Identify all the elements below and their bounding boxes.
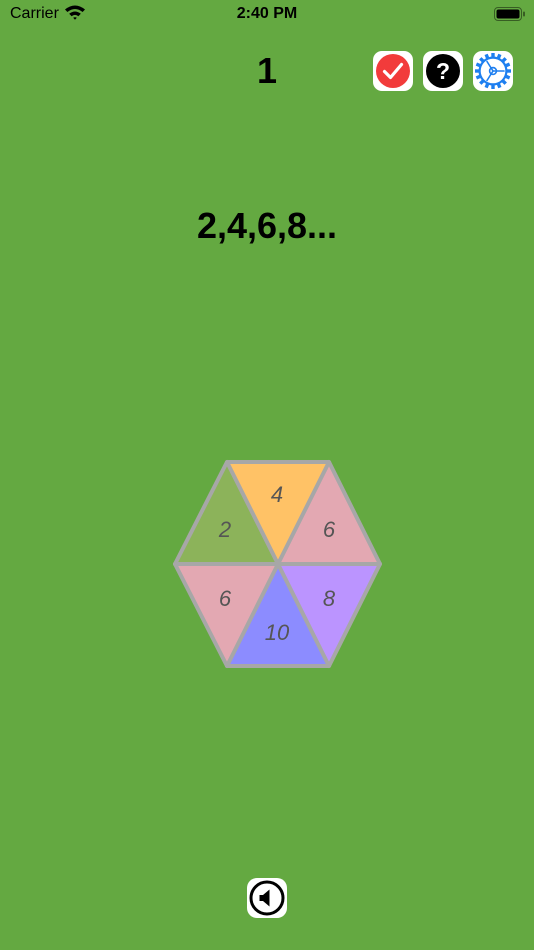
help-button[interactable]: ? [423,51,463,91]
triangle-tile-label: 4 [271,482,283,507]
sequence-prompt: 2,4,6,8... [196,205,338,246]
status-bar: Carrier 2:40 PM [0,0,534,28]
checkmark-icon [376,54,410,88]
triangle-tile-label: 10 [265,620,290,645]
svg-text:?: ? [436,58,450,84]
battery-icon [494,7,525,21]
clock: 2:40 PM [236,5,298,22]
triangle-tile-label: 6 [323,517,336,542]
hexagon-puzzle: 2 4 6 6 10 8 [173,460,382,668]
question-mark-icon: ? [426,54,460,88]
check-button[interactable] [373,51,413,91]
triangle-tile-label: 2 [218,517,231,542]
settings-button[interactable] [473,51,513,91]
sound-button[interactable] [247,878,287,918]
gear-icon [475,53,511,89]
speaker-icon [249,880,285,916]
triangle-tile-label: 6 [219,586,232,611]
triangle-tile-label: 8 [323,586,336,611]
